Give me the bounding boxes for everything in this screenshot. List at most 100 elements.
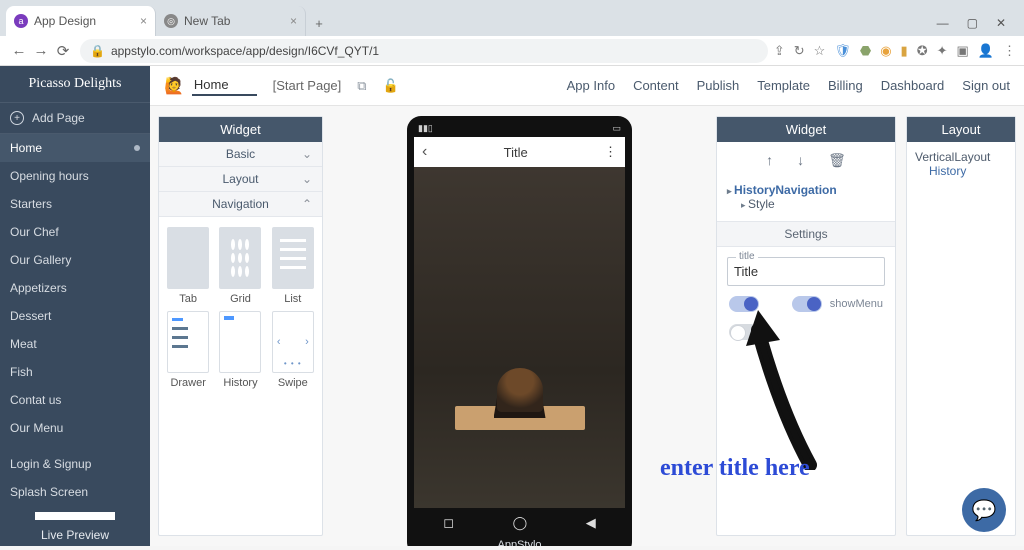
ext-icon[interactable]: ✪ <box>917 43 928 59</box>
plus-icon: + <box>10 111 24 125</box>
live-preview-label[interactable]: Live Preview <box>0 524 150 550</box>
profile-icon[interactable]: 👤 <box>978 43 994 59</box>
tab-title: App Design <box>34 14 96 28</box>
browser-tab-strip: a App Design × ◎ New Tab × + — ▢ ✕ <box>0 0 1024 36</box>
sidebar-item[interactable]: Our Chef <box>0 218 150 246</box>
sidebar-item[interactable]: Appetizers <box>0 274 150 302</box>
tree-node[interactable]: HistoryNavigation <box>727 183 885 197</box>
maximize-icon[interactable]: ▢ <box>967 16 978 30</box>
widget-drawer[interactable]: Drawer <box>165 311 211 389</box>
toggle-showback[interactable] <box>729 296 759 312</box>
phone-body[interactable] <box>414 167 625 508</box>
ext-icon[interactable]: ▣ <box>957 43 969 59</box>
copy-icon[interactable]: ⧉ <box>357 78 366 94</box>
qr-code <box>35 512 115 520</box>
shield-icon[interactable]: 🛡 <box>834 43 851 59</box>
toggle-extra[interactable] <box>729 324 759 340</box>
title-input[interactable] <box>734 264 878 279</box>
close-window-icon[interactable]: ✕ <box>996 16 1006 30</box>
nav-link[interactable]: Template <box>757 78 810 93</box>
widget-list[interactable]: List <box>270 227 316 305</box>
accordion-layout[interactable]: Layout⌄ <box>159 167 322 191</box>
phone-title: Title <box>427 145 604 160</box>
accordion-navigation[interactable]: Navigation⌃ <box>159 192 322 216</box>
page-selector[interactable]: 🙋 Home <box>164 75 257 96</box>
star-icon[interactable]: ☆ <box>814 43 826 59</box>
nav-link[interactable]: Billing <box>828 78 863 93</box>
lock-icon: 🔒 <box>90 44 105 58</box>
ext-icon[interactable]: ↻ <box>794 43 805 59</box>
tab-close-icon[interactable]: × <box>290 14 297 28</box>
field-label: title <box>736 251 758 262</box>
layout-node[interactable]: VerticalLayout <box>915 150 1007 164</box>
toggle-showmenu[interactable] <box>792 296 822 312</box>
ext-icon[interactable]: ⇪ <box>774 43 785 59</box>
move-down-icon[interactable]: ↓ <box>797 152 804 169</box>
phone-navbar: ◻ ◯ ◀ <box>414 508 625 538</box>
nav-link[interactable]: App Info <box>567 78 615 93</box>
sidebar-item[interactable]: Starters <box>0 190 150 218</box>
add-page-label: Add Page <box>32 111 85 125</box>
sidebar-item-home[interactable]: Home <box>0 134 150 162</box>
tab-close-icon[interactable]: × <box>140 14 147 28</box>
nav-link[interactable]: Dashboard <box>881 78 945 93</box>
top-links: App Info Content Publish Template Billin… <box>567 78 1010 93</box>
widget-history[interactable]: History <box>217 311 263 389</box>
move-up-icon[interactable]: ↑ <box>766 152 773 169</box>
sidebar-item[interactable]: Contat us <box>0 386 150 414</box>
toggle-label: showMenu <box>830 298 883 310</box>
widget-tab[interactable]: Tab <box>165 227 211 305</box>
app-title: Picasso Delights <box>0 66 150 102</box>
forward-button[interactable]: → <box>30 42 52 59</box>
ext-icon[interactable]: ◉ <box>880 43 891 59</box>
sidebar: Picasso Delights + Add Page Home Opening… <box>0 66 150 546</box>
kebab-icon[interactable]: ⋮ <box>604 144 617 160</box>
reload-button[interactable]: ⟳ <box>52 42 74 60</box>
sidebar-item[interactable]: Our Menu <box>0 414 150 442</box>
circle-icon[interactable]: ◯ <box>513 515 528 531</box>
current-page-name: Home <box>192 75 257 96</box>
sidebar-item[interactable]: Dessert <box>0 302 150 330</box>
favicon: ◎ <box>164 14 178 28</box>
menu-icon[interactable]: ⋮ <box>1003 43 1016 59</box>
nav-link[interactable]: Content <box>633 78 679 93</box>
new-tab-button[interactable]: + <box>306 10 332 36</box>
nav-link[interactable]: Publish <box>697 78 740 93</box>
minimize-icon[interactable]: — <box>937 16 949 30</box>
widget-tree: HistoryNavigation Style <box>717 179 895 221</box>
ext-icon[interactable]: ⬣ <box>860 43 871 59</box>
chat-bubble-button[interactable]: 💬 <box>962 488 1006 532</box>
layout-node[interactable]: History <box>915 164 1007 178</box>
accordion-basic[interactable]: Basic⌄ <box>159 142 322 166</box>
settings-header: Settings <box>717 221 895 247</box>
browser-tab-active[interactable]: a App Design × <box>6 6 156 36</box>
address-bar[interactable]: 🔒 appstylo.com/workspace/app/design/I6CV… <box>80 39 768 63</box>
sidebar-item-login[interactable]: Login & Signup <box>0 450 150 478</box>
puzzle-icon[interactable]: ✦ <box>937 43 948 59</box>
add-page-button[interactable]: + Add Page <box>0 102 150 134</box>
browser-toolbar: ← → ⟳ 🔒 appstylo.com/workspace/app/desig… <box>0 36 1024 66</box>
sidebar-item[interactable]: Our Gallery <box>0 246 150 274</box>
browser-tab-inactive[interactable]: ◎ New Tab × <box>156 6 306 36</box>
widget-swipe[interactable]: ‹›• • •Swipe <box>270 311 316 389</box>
sidebar-item-splash[interactable]: Splash Screen <box>0 478 150 506</box>
square-icon[interactable]: ◻ <box>443 515 454 531</box>
layout-panel: Layout VerticalLayout History <box>906 116 1016 536</box>
ext-icon[interactable]: ▮ <box>901 43 908 59</box>
widget-grid[interactable]: Grid <box>217 227 263 305</box>
battery-icon: ▭ <box>612 123 621 137</box>
panel-title: Layout <box>907 117 1015 142</box>
sidebar-item[interactable]: Fish <box>0 358 150 386</box>
sidebar-item[interactable]: Opening hours <box>0 162 150 190</box>
triangle-icon[interactable]: ◀ <box>586 515 596 531</box>
panel-title: Widget <box>159 117 322 142</box>
trash-icon[interactable]: 🗑 <box>828 152 846 169</box>
lock-icon[interactable]: 🔓 <box>383 78 399 94</box>
back-button[interactable]: ← <box>8 42 30 59</box>
tree-node[interactable]: Style <box>727 197 885 211</box>
panel-title: Widget <box>717 117 895 142</box>
title-field[interactable]: title <box>727 257 885 286</box>
sidebar-item[interactable]: Meat <box>0 330 150 358</box>
annotation-text: enter title here <box>660 455 810 482</box>
nav-link[interactable]: Sign out <box>962 78 1010 93</box>
